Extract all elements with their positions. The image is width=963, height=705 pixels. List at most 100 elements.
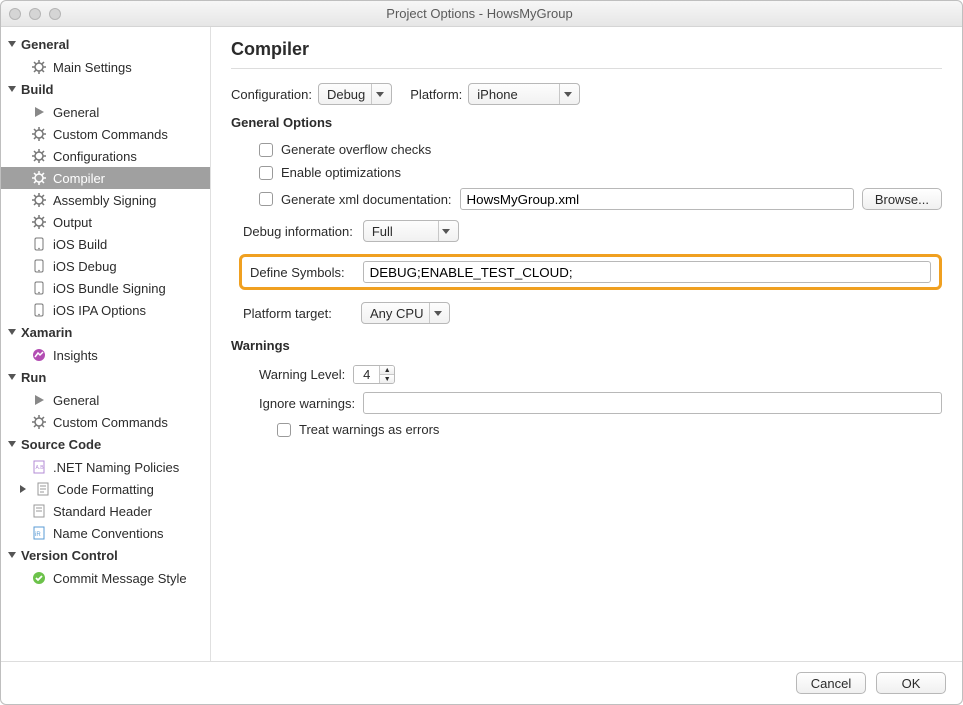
- sidebar-cat-xamarin[interactable]: Xamarin: [1, 321, 210, 344]
- sidebar-item-output[interactable]: Output: [1, 211, 210, 233]
- close-window-button[interactable]: [9, 8, 21, 20]
- sidebar-item-run-general[interactable]: General: [1, 389, 210, 411]
- doc-icon: [35, 481, 51, 497]
- sidebar-cat-general[interactable]: General: [1, 33, 210, 56]
- section-general-options: General Options: [231, 115, 942, 130]
- cancel-button[interactable]: Cancel: [796, 672, 866, 694]
- phone-icon: [31, 302, 47, 318]
- sidebar-cat-source-code[interactable]: Source Code: [1, 433, 210, 456]
- dialog-footer: Cancel OK: [1, 661, 962, 704]
- sidebar-item-configurations[interactable]: Configurations: [1, 145, 210, 167]
- sidebar-item-run-custom-commands[interactable]: Custom Commands: [1, 411, 210, 433]
- sidebar-item-label: iOS IPA Options: [53, 303, 146, 318]
- sidebar-item-name-conventions[interactable]: iR Name Conventions: [1, 522, 210, 544]
- zoom-window-button[interactable]: [49, 8, 61, 20]
- page-title: Compiler: [231, 39, 942, 60]
- insights-icon: [31, 347, 47, 363]
- sidebar-item-label: Standard Header: [53, 504, 152, 519]
- sidebar-item-ios-debug[interactable]: iOS Debug: [1, 255, 210, 277]
- overflow-checks-label: Generate overflow checks: [281, 142, 431, 157]
- sidebar-item-label: Commit Message Style: [53, 571, 187, 586]
- sidebar-item-label: Custom Commands: [53, 415, 168, 430]
- traffic-lights: [9, 8, 61, 20]
- sidebar-item-main-settings[interactable]: Main Settings: [1, 56, 210, 78]
- disclosure-triangle-icon: [19, 484, 29, 494]
- sidebar-cat-version-control[interactable]: Version Control: [1, 544, 210, 567]
- sidebar-item-ios-ipa-options[interactable]: iOS IPA Options: [1, 299, 210, 321]
- sidebar-item-build-general[interactable]: General: [1, 101, 210, 123]
- doc-icon: [31, 503, 47, 519]
- platform-select[interactable]: iPhone: [468, 83, 580, 105]
- sidebar-item-label: .NET Naming Policies: [53, 460, 179, 475]
- ignore-warnings-input[interactable]: [363, 392, 942, 414]
- define-symbols-input[interactable]: [363, 261, 931, 283]
- stepper-value: 4: [354, 366, 380, 383]
- sidebar-item-code-formatting[interactable]: Code Formatting: [1, 478, 210, 500]
- sidebar-cat-build[interactable]: Build: [1, 78, 210, 101]
- sidebar-cat-label: Xamarin: [21, 325, 72, 340]
- doc-icon: iR: [31, 525, 47, 541]
- sidebar-item-label: iOS Debug: [53, 259, 117, 274]
- chevron-down-icon: [559, 84, 575, 104]
- gear-icon: [31, 214, 47, 230]
- sidebar-cat-label: Run: [21, 370, 46, 385]
- sidebar-cat-label: Build: [21, 82, 54, 97]
- project-options-window: Project Options - HowsMyGroup General Ma…: [0, 0, 963, 705]
- minimize-window-button[interactable]: [29, 8, 41, 20]
- sidebar-item-commit-style[interactable]: Commit Message Style: [1, 567, 210, 589]
- sidebar-item-ios-build[interactable]: iOS Build: [1, 233, 210, 255]
- sidebar-item-label: iOS Build: [53, 237, 107, 252]
- configuration-select[interactable]: Debug: [318, 83, 392, 105]
- button-label: Cancel: [811, 676, 851, 691]
- define-symbols-highlight: Define Symbols:: [239, 254, 942, 290]
- play-icon: [31, 392, 47, 408]
- sidebar-item-label: Custom Commands: [53, 127, 168, 142]
- warning-level-label: Warning Level:: [259, 367, 345, 382]
- phone-icon: [31, 280, 47, 296]
- sidebar: General Main Settings Build General: [1, 27, 211, 661]
- sidebar-item-label: Output: [53, 215, 92, 230]
- debug-info-select[interactable]: Full: [363, 220, 459, 242]
- sidebar-item-label: Name Conventions: [53, 526, 164, 541]
- sidebar-item-label: Main Settings: [53, 60, 132, 75]
- gear-icon: [31, 192, 47, 208]
- generate-xml-checkbox[interactable]: [259, 192, 273, 206]
- sidebar-item-standard-header[interactable]: Standard Header: [1, 500, 210, 522]
- button-label: Browse...: [875, 192, 929, 207]
- sidebar-item-label: Assembly Signing: [53, 193, 156, 208]
- select-value: Debug: [327, 87, 365, 102]
- overflow-checks-checkbox[interactable]: [259, 143, 273, 157]
- window-title: Project Options - HowsMyGroup: [61, 6, 898, 21]
- ignore-warnings-label: Ignore warnings:: [259, 396, 355, 411]
- gear-icon: [31, 414, 47, 430]
- gear-icon: [31, 126, 47, 142]
- sidebar-item-ios-bundle-signing[interactable]: iOS Bundle Signing: [1, 277, 210, 299]
- sidebar-item-label: Insights: [53, 348, 98, 363]
- define-symbols-label: Define Symbols:: [250, 265, 345, 280]
- warning-level-stepper[interactable]: 4 ▲ ▼: [353, 365, 395, 384]
- section-warnings: Warnings: [231, 338, 942, 353]
- stepper-down-icon[interactable]: ▼: [380, 375, 394, 383]
- ok-button[interactable]: OK: [876, 672, 946, 694]
- disclosure-triangle-icon: [7, 85, 17, 95]
- main-panel: Compiler Configuration: Debug Platform: …: [211, 27, 962, 661]
- xml-doc-path-input[interactable]: [460, 188, 854, 210]
- stepper-up-icon[interactable]: ▲: [380, 366, 394, 375]
- select-value: Any CPU: [370, 306, 423, 321]
- enable-optimizations-checkbox[interactable]: [259, 166, 273, 180]
- treat-warnings-as-errors-checkbox[interactable]: [277, 423, 291, 437]
- disclosure-triangle-icon: [7, 328, 17, 338]
- sidebar-cat-label: Version Control: [21, 548, 118, 563]
- sidebar-item-label: Configurations: [53, 149, 137, 164]
- sidebar-item-net-naming[interactable]: A.B .NET Naming Policies: [1, 456, 210, 478]
- sidebar-item-compiler[interactable]: Compiler: [1, 167, 210, 189]
- platform-target-label: Platform target:: [243, 306, 351, 321]
- platform-target-select[interactable]: Any CPU: [361, 302, 450, 324]
- sidebar-cat-run[interactable]: Run: [1, 366, 210, 389]
- browse-button[interactable]: Browse...: [862, 188, 942, 210]
- sidebar-item-insights[interactable]: Insights: [1, 344, 210, 366]
- sidebar-item-assembly-signing[interactable]: Assembly Signing: [1, 189, 210, 211]
- gear-icon: [31, 148, 47, 164]
- check-circle-icon: [31, 570, 47, 586]
- sidebar-item-custom-commands[interactable]: Custom Commands: [1, 123, 210, 145]
